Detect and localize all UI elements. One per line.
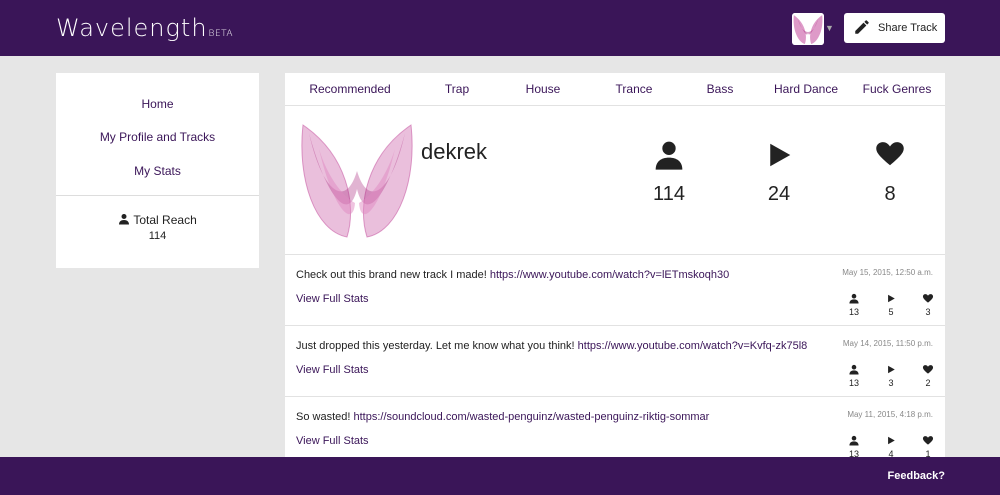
post-followers-count: 13: [848, 378, 860, 388]
sidebar-item-home[interactable]: Home: [56, 97, 259, 111]
feedback-link[interactable]: Feedback?: [888, 470, 945, 482]
post-date: May 15, 2015, 12:50 a.m.: [842, 268, 933, 277]
post-likes-count: 3: [925, 307, 931, 317]
share-track-label: Share Track: [878, 22, 938, 34]
tab-trance[interactable]: Trance: [616, 82, 653, 96]
profile-followers-count: 114: [653, 183, 685, 205]
post-message: Just dropped this yesterday. Let me know…: [296, 340, 575, 352]
view-full-stats-link[interactable]: View Full Stats: [296, 435, 369, 447]
post-message: Check out this brand new track I made!: [296, 269, 487, 281]
beta-badge: BETA: [208, 29, 234, 39]
tab-house[interactable]: House: [526, 82, 561, 96]
profile-plays-count: 24: [767, 183, 791, 205]
sidebar: Home My Profile and Tracks My Stats Tota…: [56, 73, 259, 268]
tab-fuck-genres[interactable]: Fuck Genres: [863, 82, 932, 96]
total-reach: Total Reach: [56, 213, 259, 227]
genre-tabs: Recommended Trap House Trance Bass Hard …: [285, 73, 945, 106]
user-icon: [653, 139, 685, 176]
caret-down-icon[interactable]: ▼: [825, 23, 834, 33]
post-message: So wasted!: [296, 411, 351, 423]
post-item: Check out this brand new track I made! h…: [285, 255, 945, 326]
post-url[interactable]: https://www.youtube.com/watch?v=Kvfq-zk7…: [578, 340, 808, 352]
post-url[interactable]: https://www.youtube.com/watch?v=lETmskoq…: [490, 269, 729, 281]
play-icon: [764, 139, 794, 176]
profile-username: dekrek: [421, 139, 488, 164]
view-full-stats-link[interactable]: View Full Stats: [296, 293, 369, 305]
post-plays-count: 3: [888, 378, 894, 388]
sidebar-item-stats[interactable]: My Stats: [56, 164, 259, 178]
user-avatar[interactable]: [792, 13, 824, 45]
post-text: Just dropped this yesterday. Let me know…: [296, 340, 807, 352]
post-item: Just dropped this yesterday. Let me know…: [285, 326, 945, 397]
total-reach-label: Total Reach: [133, 213, 197, 227]
post-date: May 11, 2015, 4:18 p.m.: [847, 410, 933, 419]
post-url[interactable]: https://soundcloud.com/wasted-penguinz/w…: [353, 411, 709, 423]
user-icon: [118, 213, 133, 227]
view-full-stats-link[interactable]: View Full Stats: [296, 364, 369, 376]
main-panel: Recommended Trap House Trance Bass Hard …: [285, 73, 945, 458]
top-bar: WavelengthBETA ▼ Share Track: [0, 0, 1000, 56]
post-item: So wasted! https://soundcloud.com/wasted…: [285, 397, 945, 458]
post-text: So wasted! https://soundcloud.com/wasted…: [296, 411, 709, 423]
profile-likes-count: 8: [884, 183, 896, 205]
post-text: Check out this brand new track I made! h…: [296, 269, 729, 281]
footer-bar: Feedback?: [0, 457, 1000, 495]
post-plays-count: 5: [888, 307, 894, 317]
heart-icon: [875, 139, 905, 174]
sidebar-divider: [56, 195, 259, 196]
pencil-icon: [853, 18, 871, 39]
total-reach-value: 114: [148, 230, 167, 242]
share-track-button[interactable]: Share Track: [844, 13, 945, 43]
post-likes-count: 2: [925, 378, 931, 388]
post-followers-count: 13: [848, 307, 860, 317]
brand-logo[interactable]: WavelengthBETA: [56, 14, 233, 42]
tab-trap[interactable]: Trap: [445, 82, 469, 96]
tab-hard-dance[interactable]: Hard Dance: [774, 82, 838, 96]
post-date: May 14, 2015, 11:50 p.m.: [842, 339, 933, 348]
tab-recommended[interactable]: Recommended: [309, 82, 390, 96]
brand-name: Wavelength: [56, 14, 208, 42]
profile-avatar: [297, 119, 417, 241]
tab-bass[interactable]: Bass: [707, 82, 734, 96]
sidebar-item-profile[interactable]: My Profile and Tracks: [56, 130, 259, 144]
